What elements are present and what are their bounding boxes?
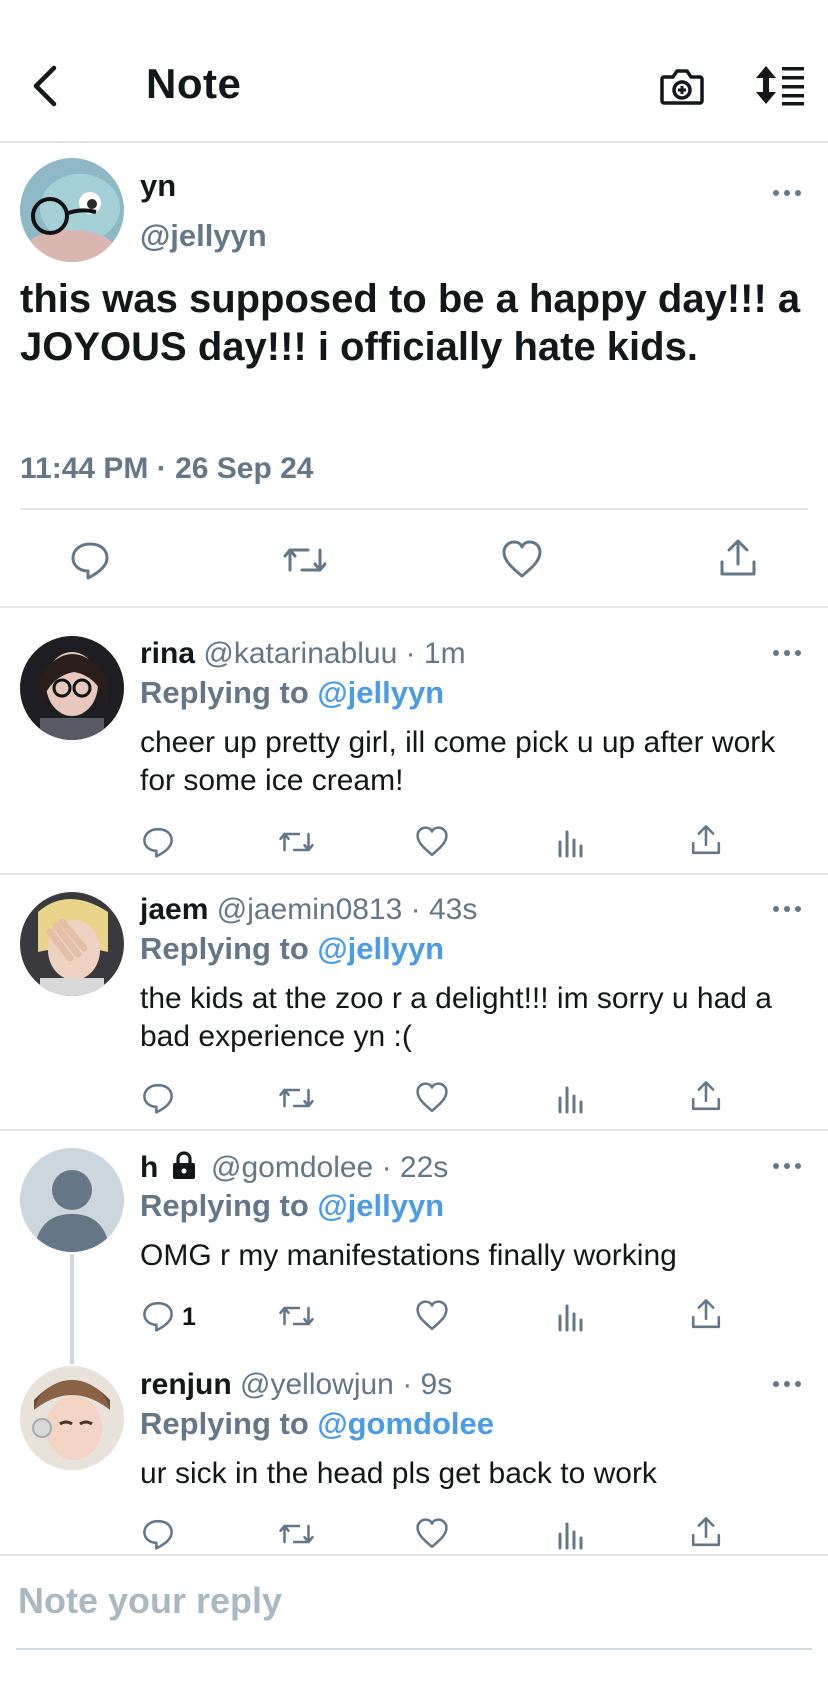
reply-handle-time[interactable]: @jaemin0813 · 43s — [217, 893, 478, 926]
reply-input[interactable]: Note your reply — [18, 1580, 282, 1622]
default-avatar-icon[interactable] — [20, 1148, 124, 1252]
reply-icon[interactable] — [142, 1082, 174, 1114]
repost-icon[interactable] — [278, 1082, 315, 1114]
reply-handle-time[interactable]: @katarinabluu · 1m — [203, 637, 465, 670]
share-icon[interactable] — [690, 1080, 722, 1112]
replying-to: Replying to @jellyyn — [140, 675, 444, 711]
reply-icon[interactable] — [142, 1518, 174, 1550]
avatar[interactable] — [20, 1366, 124, 1470]
divider — [0, 1554, 828, 1556]
repost-icon[interactable] — [278, 1518, 315, 1550]
replying-to: Replying to @jellyyn — [140, 1188, 444, 1224]
like-icon[interactable] — [416, 826, 448, 858]
reply-header: renjun @yellowjun · 9s — [140, 1368, 452, 1402]
reply-header: h @gomdolee · 22s — [140, 1150, 448, 1185]
lock-icon — [169, 1150, 199, 1180]
avatar[interactable] — [20, 892, 124, 996]
post-text: this was supposed to be a happy day!!! a… — [20, 277, 801, 369]
replying-to-handle[interactable]: @jellyyn — [317, 675, 444, 710]
author-name[interactable]: yn — [140, 168, 176, 204]
reply-text: the kids at the zoo r a delight!!! im so… — [140, 982, 772, 1053]
divider — [0, 606, 828, 608]
reply-text: OMG r my manifestations finally working — [140, 1239, 677, 1272]
divider — [0, 1129, 828, 1131]
replying-to: Replying to @jellyyn — [140, 931, 444, 967]
analytics-icon[interactable] — [556, 1084, 586, 1114]
replying-to-handle[interactable]: @gomdolee — [317, 1406, 494, 1441]
like-icon[interactable] — [416, 1518, 448, 1550]
share-icon[interactable] — [690, 1298, 722, 1330]
replying-to-label: Replying to — [140, 675, 318, 710]
more-options-icon[interactable] — [772, 1379, 802, 1389]
more-options-icon[interactable] — [772, 648, 802, 658]
share-icon[interactable] — [690, 1516, 722, 1548]
top-bar: Note — [0, 0, 828, 143]
thread-connector — [70, 1254, 74, 1364]
camera-add-icon[interactable] — [660, 64, 704, 108]
reply-icon[interactable] — [142, 826, 174, 858]
sort-list-icon[interactable] — [754, 64, 806, 106]
back-chevron-icon[interactable] — [28, 62, 64, 110]
reply-author-name[interactable]: renjun — [140, 1368, 232, 1401]
repost-icon[interactable] — [278, 1300, 315, 1332]
reply-input-underline — [16, 1648, 812, 1650]
more-options-icon[interactable] — [772, 904, 802, 914]
reply-header: rina @katarinabluu · 1m — [140, 637, 466, 671]
avatar[interactable] — [20, 158, 124, 262]
more-options-icon[interactable] — [772, 1161, 802, 1171]
replying-to-handle[interactable]: @jellyyn — [317, 931, 444, 966]
more-options-icon[interactable] — [772, 188, 802, 198]
avatar[interactable] — [20, 636, 124, 740]
reply-icon[interactable] — [142, 1300, 174, 1332]
divider — [0, 873, 828, 875]
like-icon[interactable] — [416, 1082, 448, 1114]
share-icon[interactable] — [718, 538, 758, 578]
replying-to-handle[interactable]: @jellyyn — [317, 1188, 444, 1223]
reply-icon[interactable] — [70, 540, 110, 580]
reply-count: 1 — [182, 1303, 196, 1331]
repost-icon[interactable] — [278, 826, 315, 858]
like-icon[interactable] — [502, 540, 542, 580]
reply-author-name[interactable]: jaem — [140, 893, 208, 926]
analytics-icon[interactable] — [556, 1520, 586, 1550]
reply-header: jaem @jaemin0813 · 43s — [140, 893, 477, 927]
reply-text: ur sick in the head pls get back to work — [140, 1457, 657, 1490]
reply-author-name[interactable]: h — [140, 1151, 158, 1184]
author-handle[interactable]: @jellyyn — [140, 218, 267, 254]
analytics-icon[interactable] — [556, 828, 586, 858]
page-title: Note — [146, 60, 242, 107]
repost-icon[interactable] — [282, 540, 328, 580]
divider — [20, 508, 808, 510]
replying-to-label: Replying to — [140, 931, 318, 966]
reply-author-name[interactable]: rina — [140, 637, 195, 670]
replying-to: Replying to @gomdolee — [140, 1406, 494, 1442]
reply-handle-time[interactable]: @yellowjun · 9s — [240, 1368, 452, 1401]
share-icon[interactable] — [690, 824, 722, 856]
replying-to-label: Replying to — [140, 1406, 318, 1441]
analytics-icon[interactable] — [556, 1302, 586, 1332]
like-icon[interactable] — [416, 1300, 448, 1332]
replying-to-label: Replying to — [140, 1188, 318, 1223]
reply-handle-time[interactable]: @gomdolee · 22s — [211, 1151, 448, 1184]
reply-text: cheer up pretty girl, ill come pick u up… — [140, 726, 776, 797]
post-timestamp: 11:44 PM · 26 Sep 24 — [20, 452, 314, 485]
